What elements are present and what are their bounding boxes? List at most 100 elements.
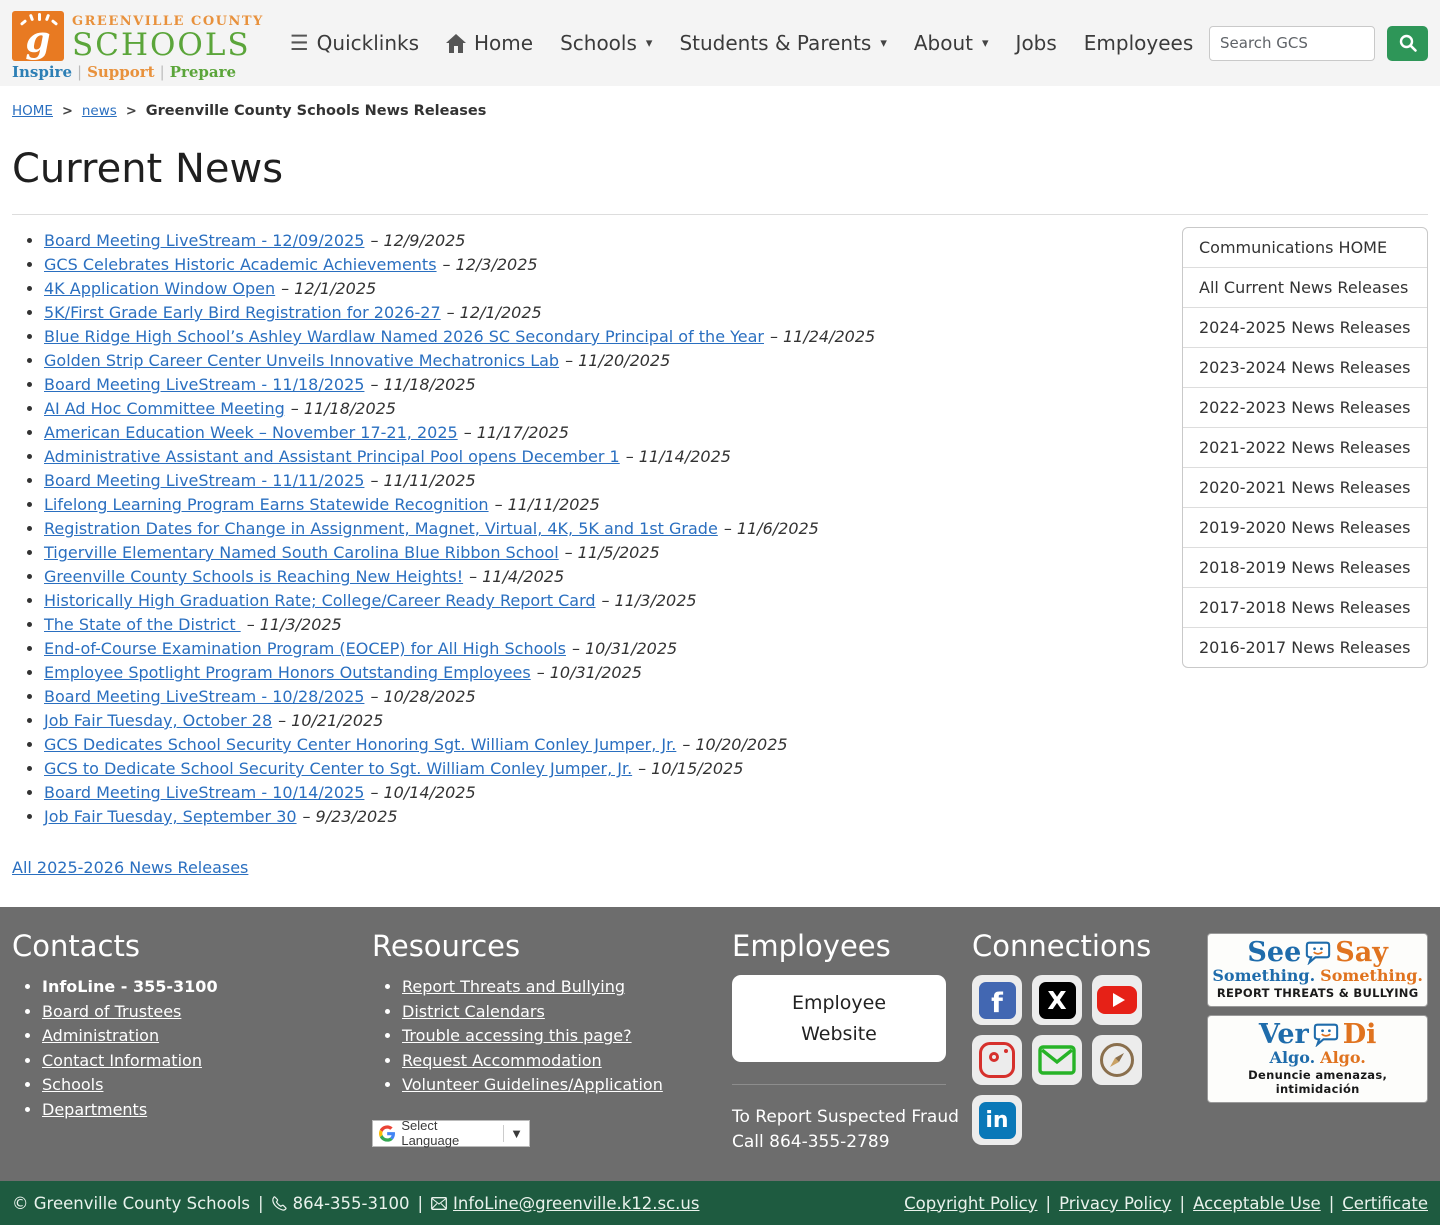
news-separator: – [495, 495, 503, 514]
news-link[interactable]: AI Ad Hoc Committee Meeting [44, 399, 285, 418]
news-link[interactable]: GCS Dedicates School Security Center Hon… [44, 735, 676, 754]
translate-label: Select Language [401, 1118, 495, 1148]
footer-contact-link[interactable]: Board of Trustees [42, 1002, 181, 1021]
see-something-say-something-banner[interactable]: See Say Something.Something. REPORT THRE… [1207, 933, 1428, 1007]
footer-resource-item: District Calendars [402, 1000, 732, 1025]
search-button[interactable] [1387, 26, 1428, 61]
news-link[interactable]: Greenville County Schools is Reaching Ne… [44, 567, 463, 586]
all-news-releases-link[interactable]: All 2025-2026 News Releases [12, 858, 248, 877]
footer-resource-link[interactable]: Volunteer Guidelines/Application [402, 1075, 663, 1094]
youtube-icon[interactable] [1092, 975, 1142, 1025]
sidebar-archive-link[interactable]: Communications HOME [1183, 228, 1427, 267]
sidebar-archive-link[interactable]: 2024-2025 News Releases [1183, 307, 1427, 347]
sidebar-archive-link[interactable]: 2017-2018 News Releases [1183, 587, 1427, 627]
news-item: Job Fair Tuesday, October 28–10/21/2025 [44, 709, 1168, 733]
news-link[interactable]: Employee Spotlight Program Honors Outsta… [44, 663, 531, 682]
acceptable-use-link[interactable]: Acceptable Use [1193, 1194, 1321, 1213]
footer-contact-link[interactable]: Departments [42, 1100, 147, 1119]
news-link[interactable]: The State of the District [44, 615, 241, 634]
employee-website-button[interactable]: Employee Website [732, 975, 946, 1062]
translate-caret-icon: ▼ [510, 1126, 523, 1141]
footer-resource-link[interactable]: District Calendars [402, 1002, 545, 1021]
news-separator: – [626, 447, 634, 466]
news-date: 10/21/2025 [291, 711, 383, 730]
news-item: AI Ad Hoc Committee Meeting–11/18/2025 [44, 397, 1168, 421]
nav-quicklinks[interactable]: ☰ Quicklinks [290, 31, 419, 55]
footer-resource-link[interactable]: Request Accommodation [402, 1051, 602, 1070]
nav-about[interactable]: About ▾ [914, 31, 989, 55]
sidebar-archive-link[interactable]: 2018-2019 News Releases [1183, 547, 1427, 587]
news-link[interactable]: Board Meeting LiveStream - 10/14/2025 [44, 783, 364, 802]
nav-schools[interactable]: Schools ▾ [560, 31, 652, 55]
sidebar-archive-link[interactable]: 2016-2017 News Releases [1183, 627, 1427, 667]
nav-students-parents[interactable]: Students & Parents ▾ [679, 31, 886, 55]
nav-employees[interactable]: Employees [1084, 31, 1193, 55]
linkedin-icon[interactable]: in [972, 1095, 1022, 1145]
sidebar-archive-link[interactable]: 2019-2020 News Releases [1183, 507, 1427, 547]
news-link[interactable]: Board Meeting LiveStream - 11/11/2025 [44, 471, 364, 490]
news-link[interactable]: Administrative Assistant and Assistant P… [44, 447, 620, 466]
news-link[interactable]: GCS Celebrates Historic Academic Achieve… [44, 255, 437, 274]
news-archive-sidebar: Communications HOMEAll Current News Rele… [1182, 227, 1428, 668]
email-icon[interactable] [1032, 1035, 1082, 1085]
footer-resource-link[interactable]: Report Threats and Bullying [402, 977, 625, 996]
footer-resource-item: Trouble accessing this page? [402, 1024, 732, 1049]
news-link[interactable]: Historically High Graduation Rate; Colle… [44, 591, 596, 610]
news-separator: – [370, 687, 378, 706]
news-link[interactable]: End-of-Course Examination Program (EOCEP… [44, 639, 566, 658]
news-link[interactable]: Job Fair Tuesday, September 30 [44, 807, 297, 826]
google-translate-widget[interactable]: Select Language ▼ [372, 1120, 530, 1147]
footer-contact-link[interactable]: Schools [42, 1075, 103, 1094]
news-date: 10/31/2025 [550, 663, 642, 682]
certificate-link[interactable]: Certificate [1342, 1194, 1428, 1213]
news-link[interactable]: Board Meeting LiveStream - 11/18/2025 [44, 375, 364, 394]
infoline-email-link[interactable]: InfoLine@greenville.k12.sc.us [453, 1194, 699, 1213]
news-link[interactable]: Board Meeting LiveStream - 12/09/2025 [44, 231, 364, 250]
nav-jobs[interactable]: Jobs [1016, 31, 1057, 55]
envelope-icon [431, 1197, 447, 1210]
x-twitter-icon[interactable]: X [1032, 975, 1082, 1025]
sidebar-archive-link[interactable]: 2023-2024 News Releases [1183, 347, 1427, 387]
district-logo[interactable]: g GREENVILLE COUNTY SCHOOLS Inspire|Supp… [12, 5, 264, 82]
sidebar-archive-link[interactable]: 2022-2023 News Releases [1183, 387, 1427, 427]
news-link[interactable]: Golden Strip Career Center Unveils Innov… [44, 351, 559, 370]
footer-resource-item: Volunteer Guidelines/Application [402, 1073, 732, 1098]
news-link[interactable]: Job Fair Tuesday, October 28 [44, 711, 272, 730]
news-link[interactable]: 5K/First Grade Early Bird Registration f… [44, 303, 441, 322]
sidebar-archive-link[interactable]: 2020-2021 News Releases [1183, 467, 1427, 507]
copyright-policy-link[interactable]: Copyright Policy [904, 1194, 1037, 1213]
sidebar-archive-link[interactable]: 2021-2022 News Releases [1183, 427, 1427, 467]
sidebar-archive-link[interactable]: All Current News Releases [1183, 267, 1427, 307]
news-link[interactable]: Board Meeting LiveStream - 10/28/2025 [44, 687, 364, 706]
fraud-report-text: To Report Suspected Fraud Call 864-355-2… [732, 1105, 972, 1155]
breadcrumb-current: Greenville County Schools News Releases [146, 103, 487, 119]
news-date: 11/11/2025 [508, 495, 600, 514]
news-date: 10/15/2025 [651, 759, 743, 778]
footer-contact-link[interactable]: Contact Information [42, 1051, 202, 1070]
ver-algo-di-algo-banner[interactable]: Ver Di Algo.Algo. Denuncie amenazas, int… [1207, 1015, 1428, 1103]
news-link[interactable]: American Education Week – November 17-21… [44, 423, 458, 442]
breadcrumb-news-link[interactable]: news [82, 103, 117, 119]
instagram-icon[interactable] [972, 1035, 1022, 1085]
news-link[interactable]: Blue Ridge High School’s Ashley Wardlaw … [44, 327, 764, 346]
news-link[interactable]: Registration Dates for Change in Assignm… [44, 519, 718, 538]
speech-bubble-smiley-icon [1305, 941, 1331, 965]
footer-resource-link[interactable]: Trouble accessing this page? [402, 1026, 632, 1045]
news-link[interactable]: GCS to Dedicate School Security Center t… [44, 759, 632, 778]
news-date: 10/20/2025 [695, 735, 787, 754]
nav-home[interactable]: Home [446, 31, 533, 55]
news-link[interactable]: Tigerville Elementary Named South Caroli… [44, 543, 559, 562]
infoline-text: InfoLine - 355-3100 [42, 977, 218, 996]
facebook-icon[interactable]: f [972, 975, 1022, 1025]
compass-icon[interactable] [1092, 1035, 1142, 1085]
news-link[interactable]: 4K Application Window Open [44, 279, 275, 298]
news-link[interactable]: Lifelong Learning Program Earns Statewid… [44, 495, 489, 514]
breadcrumb-home-link[interactable]: HOME [12, 103, 53, 119]
search-input[interactable] [1209, 26, 1375, 61]
footer-resource-item: Report Threats and Bullying [402, 975, 732, 1000]
breadcrumb-separator: > [62, 104, 73, 119]
news-date: 11/18/2025 [383, 375, 475, 394]
news-separator: – [370, 471, 378, 490]
footer-contact-link[interactable]: Administration [42, 1026, 159, 1045]
privacy-policy-link[interactable]: Privacy Policy [1059, 1194, 1171, 1213]
